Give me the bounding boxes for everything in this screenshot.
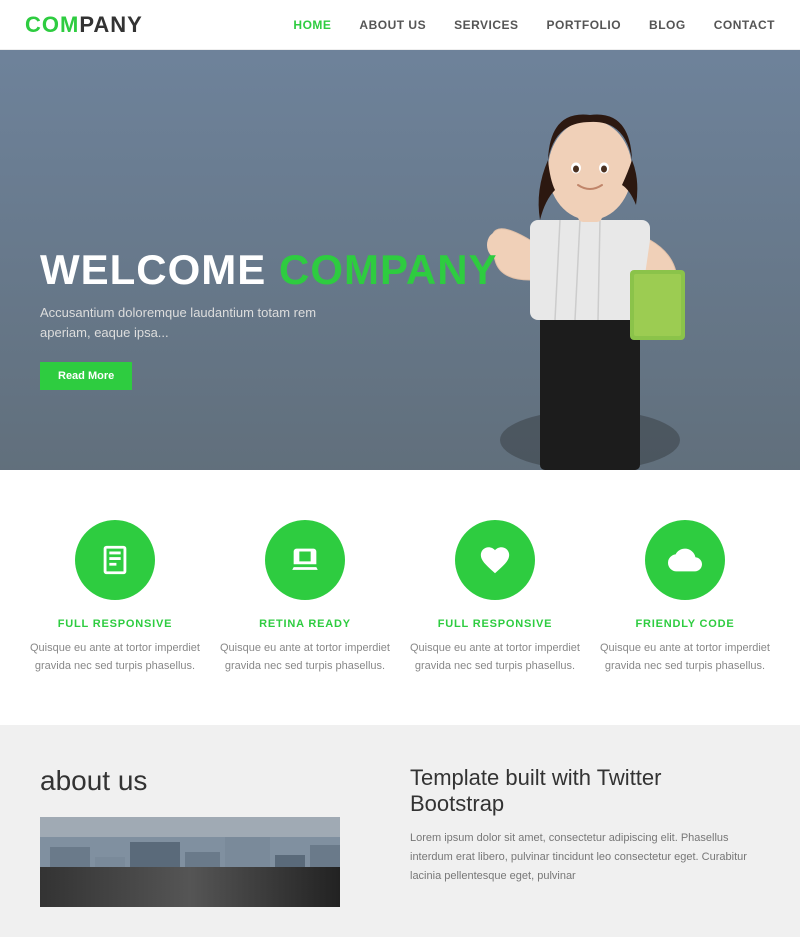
bootstrap-text: Lorem ipsum dolor sit amet, consectetur …: [410, 829, 760, 885]
about-right: Template built with Twitter Bootstrap Lo…: [380, 765, 800, 937]
feature-retina-ready: RETINA READY Quisque eu ante at tortor i…: [220, 520, 390, 675]
nav-item-about[interactable]: ABOUT US: [359, 16, 426, 34]
laptop-icon: [288, 543, 322, 577]
navbar: COMPANY HOME ABOUT US SERVICES PORTFOLIO…: [0, 0, 800, 50]
hero-title-green: COMPANY: [279, 246, 498, 293]
feature-icon-heart-circle: [455, 520, 535, 600]
nav-links: HOME ABOUT US SERVICES PORTFOLIO BLOG CO…: [293, 16, 775, 34]
hero-title: WELCOME COMPANY: [40, 247, 498, 293]
feature-icon-book-circle: [75, 520, 155, 600]
feature-full-responsive-1: FULL RESPONSIVE Quisque eu ante at torto…: [30, 520, 200, 675]
feature-title-3: FULL RESPONSIVE: [438, 618, 552, 630]
book-icon: [98, 543, 132, 577]
feature-desc-4: Quisque eu ante at tortor imperdiet grav…: [600, 640, 770, 675]
hero-subtitle: Accusantium doloremque laudantium totam …: [40, 303, 360, 342]
logo[interactable]: COMPANY: [25, 12, 143, 38]
heart-icon: [478, 543, 512, 577]
logo-prefix: COM: [25, 12, 79, 37]
hero-title-white: WELCOME: [40, 246, 266, 293]
nav-item-blog[interactable]: BLOG: [649, 16, 686, 34]
nav-item-portfolio[interactable]: PORTFOLIO: [547, 16, 622, 34]
about-title: about us: [40, 765, 380, 797]
hero-section: WELCOME COMPANY Accusantium doloremque l…: [0, 50, 800, 470]
cloud-icon: [668, 543, 702, 577]
feature-full-responsive-2: FULL RESPONSIVE Quisque eu ante at torto…: [410, 520, 580, 675]
feature-desc-1: Quisque eu ante at tortor imperdiet grav…: [30, 640, 200, 675]
about-image: [40, 817, 340, 907]
bootstrap-title: Template built with Twitter Bootstrap: [410, 765, 760, 817]
about-left: about us: [0, 765, 380, 937]
feature-title-4: FRIENDLY CODE: [635, 618, 734, 630]
feature-friendly-code: FRIENDLY CODE Quisque eu ante at tortor …: [600, 520, 770, 675]
feature-icon-laptop-circle: [265, 520, 345, 600]
feature-desc-3: Quisque eu ante at tortor imperdiet grav…: [410, 640, 580, 675]
logo-suffix: PANY: [79, 12, 143, 37]
nav-item-home[interactable]: HOME: [293, 16, 331, 34]
nav-item-services[interactable]: SERVICES: [454, 16, 518, 34]
feature-title-1: FULL RESPONSIVE: [58, 618, 172, 630]
about-section: about us Temp: [0, 725, 800, 937]
feature-title-2: RETINA READY: [259, 618, 351, 630]
features-section: FULL RESPONSIVE Quisque eu ante at torto…: [0, 470, 800, 725]
nav-item-contact[interactable]: CONTACT: [714, 16, 775, 34]
read-more-button[interactable]: Read More: [40, 362, 132, 390]
hero-content: WELCOME COMPANY Accusantium doloremque l…: [40, 247, 498, 390]
feature-desc-2: Quisque eu ante at tortor imperdiet grav…: [220, 640, 390, 675]
feature-icon-cloud-circle: [645, 520, 725, 600]
